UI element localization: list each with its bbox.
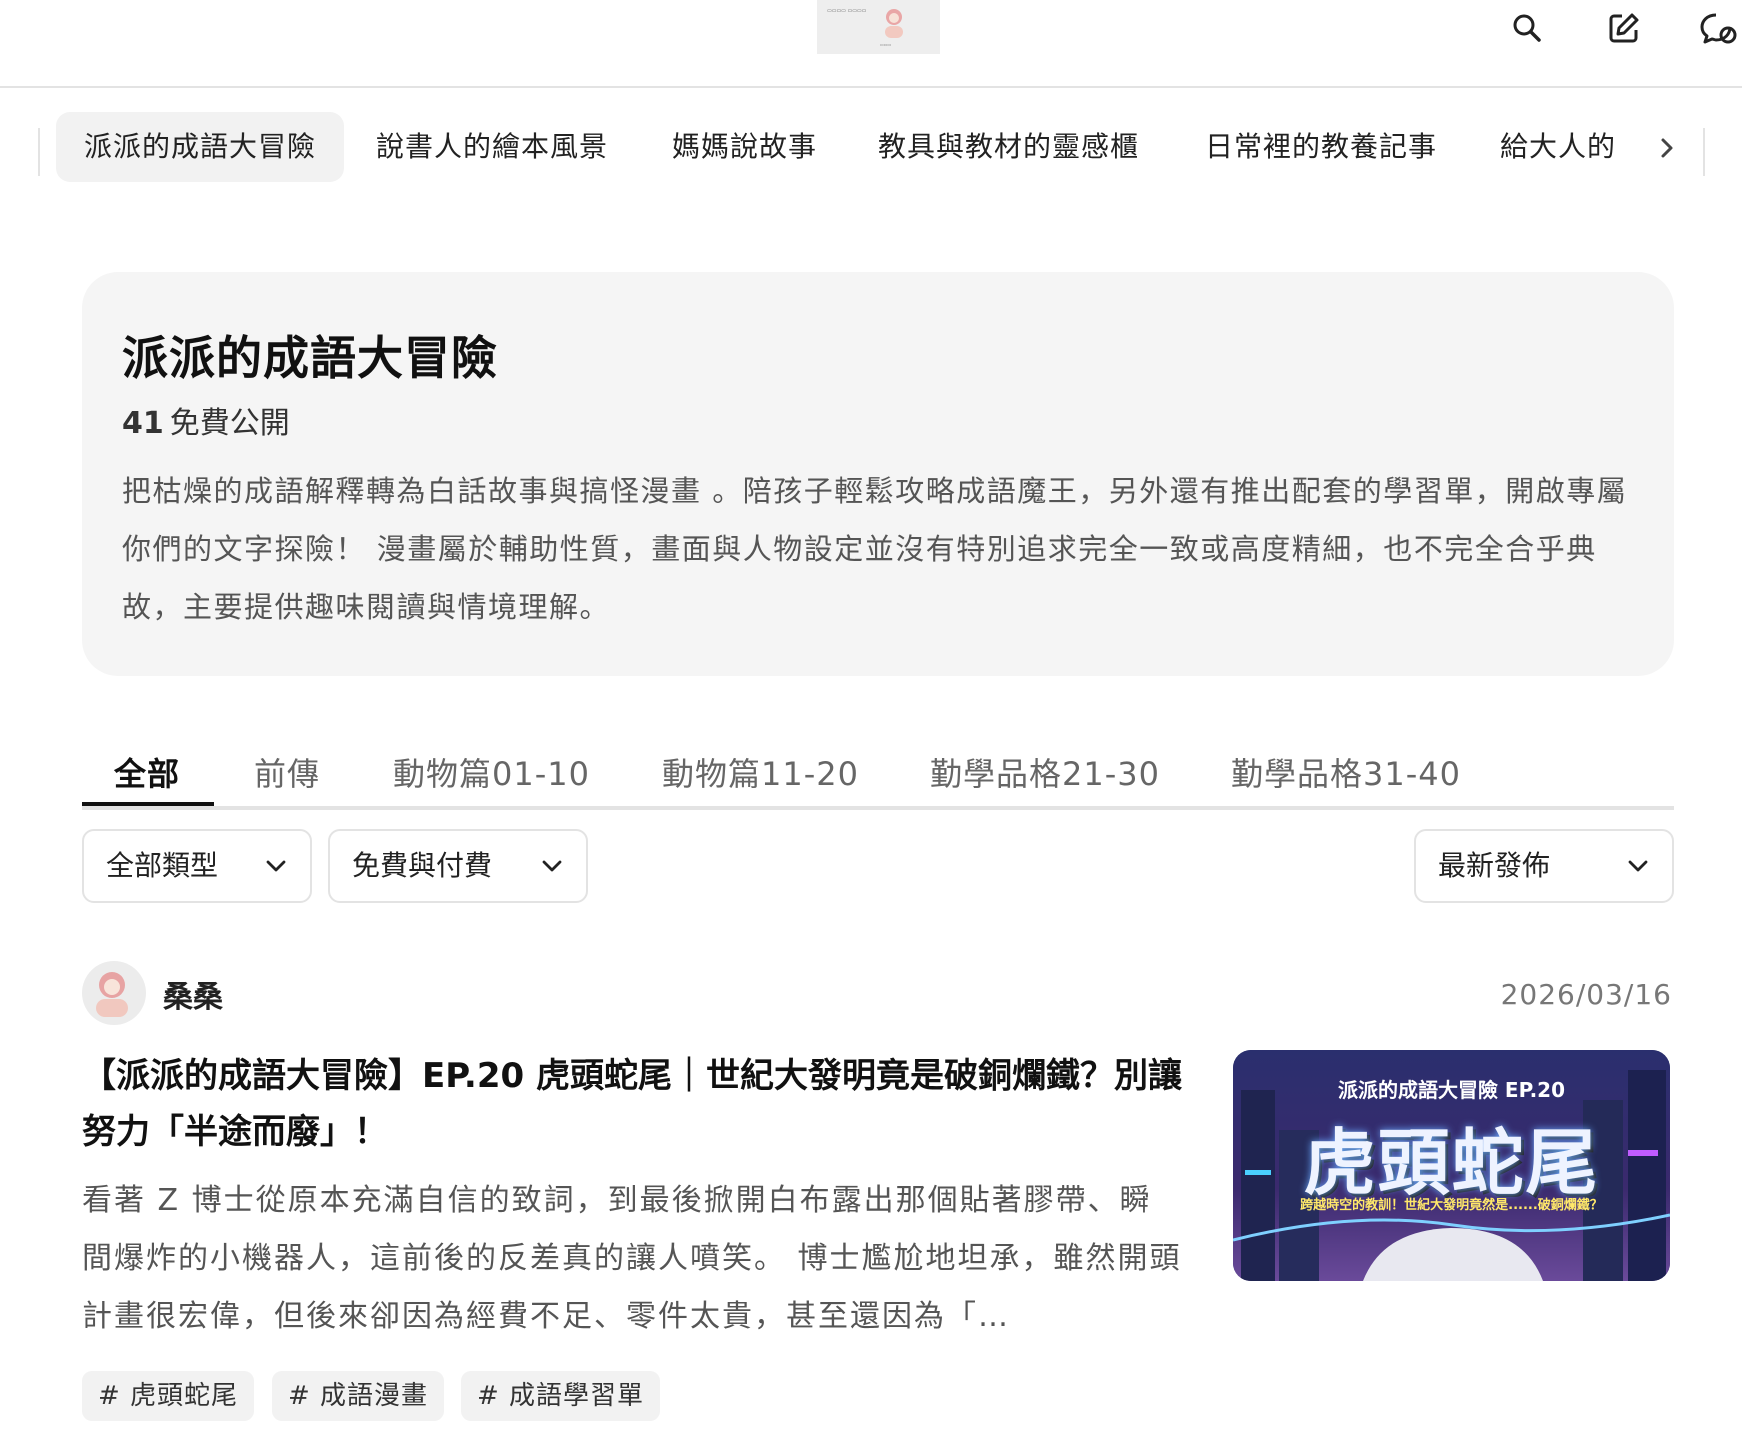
author-avatar[interactable] xyxy=(82,961,146,1025)
tag-chip[interactable]: # 虎頭蛇尾 xyxy=(82,1371,255,1421)
category-nav: 派派的成語大冒險 說書人的繪本風景 媽媽說故事 教具與教材的靈感櫃 日常裡的教養… xyxy=(0,112,1742,184)
series-info-card: 派派的成語大冒險 41 免費公開 把枯燥的成語解釋轉為白話故事與搞怪漫畫 。陪孩子… xyxy=(82,272,1674,676)
logo-sub-mark: ▭▭▭ xyxy=(880,42,892,47)
tab-animals-01-10[interactable]: 動物篇01-10 xyxy=(393,746,590,806)
tab-diligence-21-30[interactable]: 勤學品格21-30 xyxy=(930,746,1160,806)
chevron-down-icon xyxy=(542,860,562,872)
series-article-count: 41 免費公開 xyxy=(122,398,290,442)
category-item[interactable]: 教具與教材的靈感櫃 xyxy=(878,112,1139,182)
category-item-active[interactable]: 派派的成語大冒險 xyxy=(56,112,344,182)
series-tabs: 全部 前傳 動物篇01-10 動物篇11-20 勤學品格21-30 勤學品格31… xyxy=(82,746,1674,810)
sort-label: 最新發佈 xyxy=(1438,849,1551,882)
tag-chip[interactable]: # 成語學習單 xyxy=(461,1371,661,1421)
tab-prequel[interactable]: 前傳 xyxy=(254,746,320,806)
chevron-down-icon xyxy=(1628,860,1648,872)
post-excerpt[interactable]: 看著 Z 博士從原本充滿自信的致詞，到最後掀開白布露出那個貼著膠帶、瞬間爆炸的小… xyxy=(82,1172,1182,1346)
price-filter-dropdown[interactable]: 免費與付費 xyxy=(328,829,588,903)
price-filter-label: 免費與付費 xyxy=(352,849,493,882)
author-name[interactable]: 桑桑 xyxy=(163,972,223,1016)
category-item[interactable]: 說書人的繪本風景 xyxy=(376,112,608,182)
type-filter-label: 全部類型 xyxy=(106,849,219,882)
nav-divider-left xyxy=(38,128,40,176)
avatar-illustration xyxy=(96,972,128,1017)
top-bar: ▭▭▭▭ ▭▭▭▭ ▭▭▭ xyxy=(0,0,1742,88)
sort-dropdown[interactable]: 最新發佈 xyxy=(1414,829,1674,903)
series-description: 把枯燥的成語解釋轉為白話故事與搞怪漫畫 。陪孩子輕鬆攻略成語魔王，另外還有推出配… xyxy=(122,474,1628,624)
thumbnail-subtitle: 派派的成語大冒險 EP.20 xyxy=(1337,1078,1566,1102)
tab-diligence-31-40[interactable]: 勤學品格31-40 xyxy=(1231,746,1461,806)
post-title[interactable]: 【派派的成語大冒險】EP.20 虎頭蛇尾｜世紀大發明竟是破銅爛鐵？別讓努力「半途… xyxy=(82,1048,1182,1160)
logo-illustration xyxy=(885,9,903,38)
site-logo[interactable]: ▭▭▭▭ ▭▭▭▭ ▭▭▭ xyxy=(817,0,940,54)
tab-all[interactable]: 全部 xyxy=(114,746,180,806)
post-date: 2026/03/16 xyxy=(1500,978,1672,1011)
search-icon[interactable] xyxy=(1505,6,1549,50)
category-item[interactable]: 給大人的 xyxy=(1500,112,1616,182)
series-count-number: 41 xyxy=(122,406,164,441)
series-count-label: 免費公開 xyxy=(169,406,290,441)
chevron-right-icon[interactable] xyxy=(1648,129,1686,167)
thumbnail-tagline: 跨越時空的教訓！世紀大發明竟然是......破銅爛鐵？ xyxy=(1300,1198,1603,1213)
chevron-down-icon xyxy=(266,860,286,872)
category-item[interactable]: 媽媽說故事 xyxy=(672,112,817,182)
edit-icon[interactable] xyxy=(1602,6,1646,50)
type-filter-dropdown[interactable]: 全部類型 xyxy=(82,829,312,903)
nav-divider-right xyxy=(1703,128,1705,176)
logo-mark: ▭▭▭▭ ▭▭▭▭ xyxy=(827,8,867,14)
post-thumbnail[interactable]: 派派的成語大冒險 EP.20 虎頭蛇尾 跨越時空的教訓！世紀大發明竟然是....… xyxy=(1233,1050,1670,1281)
tab-animals-11-20[interactable]: 動物篇11-20 xyxy=(662,746,859,806)
active-tab-indicator xyxy=(82,802,214,806)
tag-chip[interactable]: # 成語漫畫 xyxy=(272,1371,445,1421)
series-title: 派派的成語大冒險 xyxy=(122,331,498,385)
category-item[interactable]: 日常裡的教養記事 xyxy=(1205,112,1437,182)
chat-icon[interactable] xyxy=(1696,6,1740,50)
